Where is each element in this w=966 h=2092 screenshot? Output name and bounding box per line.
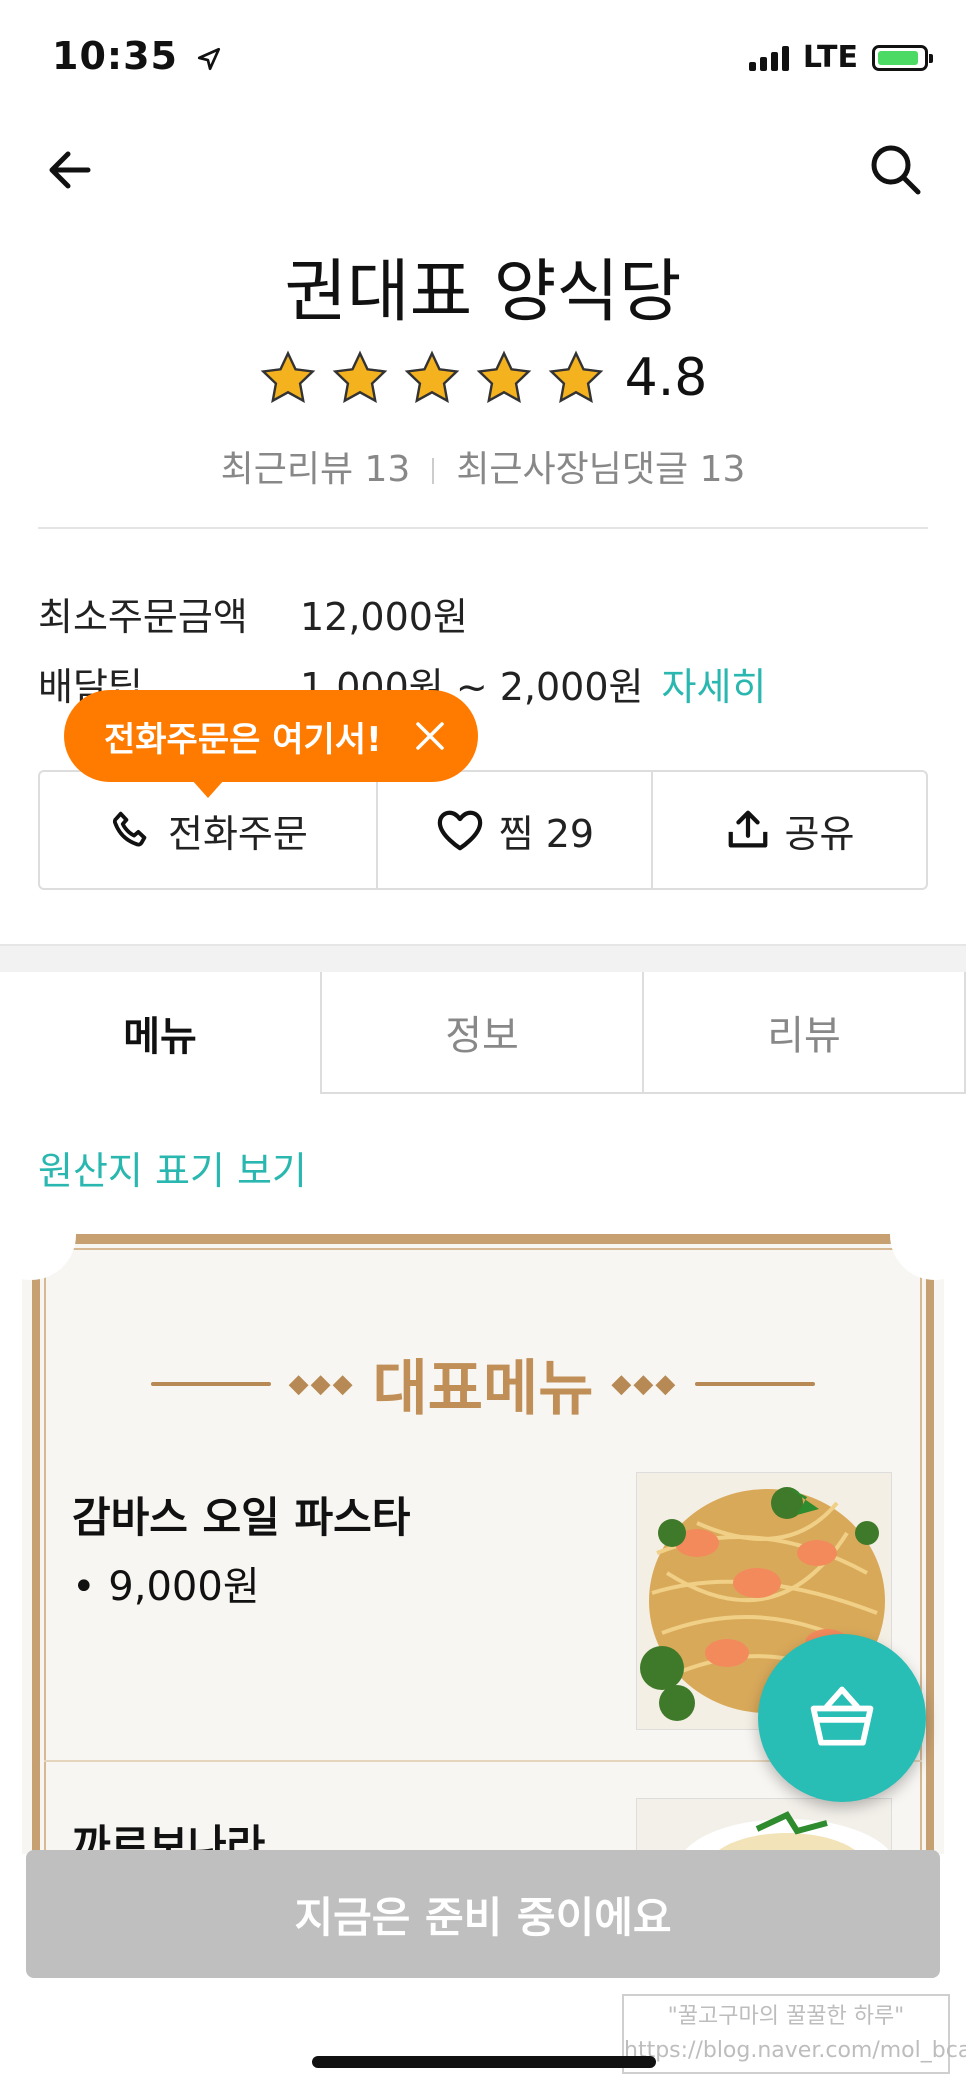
search-icon[interactable] [866, 140, 926, 200]
like-button[interactable]: 찜 29 [378, 772, 653, 888]
cart-button[interactable] [758, 1634, 926, 1802]
share-label: 공유 [784, 811, 855, 856]
like-count: 찜 29 [498, 811, 595, 856]
delivery-detail-link[interactable]: 자세히 [662, 665, 767, 709]
share-button[interactable]: 공유 [653, 772, 926, 888]
call-order-label: 전화주문 [168, 811, 308, 856]
star-icon [332, 350, 387, 404]
section-divider [0, 944, 966, 974]
rating: 4.8 [0, 348, 966, 408]
menu-item-name[interactable]: 감바스 오일 파스타 [72, 1484, 410, 1545]
call-order-tooltip: 전화주문은 여기서! [64, 690, 478, 798]
menu-item-price: • 9,000원 [72, 1564, 260, 1610]
featured-heading: ◆◆◆ 대표메뉴 ◆◆◆ [22, 1340, 944, 1427]
divider [432, 458, 435, 484]
star-icon [404, 350, 459, 404]
review-counts: 최근리뷰 13 최근사장님댓글 13 [0, 440, 966, 492]
watermark-url: https://blog.naver.com/mol_bca [624, 2038, 966, 2063]
rating-value: 4.8 [624, 348, 708, 408]
location-arrow-icon [198, 47, 221, 70]
back-arrow-icon[interactable] [40, 140, 100, 200]
featured-title: 대표메뉴 [372, 1354, 594, 1424]
star-icon [476, 350, 531, 404]
star-icon [260, 350, 315, 404]
network-label: LTE [802, 40, 858, 75]
heart-icon [437, 810, 482, 851]
action-bar: 전화주문 찜 29 공유 [38, 770, 928, 890]
signal-icon [748, 45, 789, 71]
tooltip-text: 전화주문은 여기서! [104, 719, 382, 760]
menu-item-name[interactable]: 까르보나라 [72, 1812, 265, 1854]
close-icon[interactable] [410, 716, 450, 756]
basket-icon [810, 1686, 874, 1746]
home-indicator[interactable] [312, 2056, 656, 2068]
divider [38, 527, 928, 529]
share-icon [728, 810, 767, 848]
tab-reviews[interactable]: 리뷰 [644, 972, 966, 1094]
tab-bar: 메뉴 정보 리뷰 [0, 972, 966, 1094]
battery-icon [872, 44, 933, 71]
min-order-label: 최소주문금액 [38, 595, 248, 639]
status-indicators: LTE [748, 40, 933, 75]
store-name: 권대표 양식당 [284, 253, 682, 332]
star-icon [548, 350, 603, 404]
blog-watermark: "꿀고구마의 꿀꿀한 하루" https://blog.naver.com/mo… [622, 1994, 966, 2074]
origin-info-link[interactable]: 원산지 표기 보기 [38, 1140, 307, 1195]
min-order-value: 12,000원 [300, 595, 468, 639]
status-time: 10:35 [52, 34, 222, 78]
phone-icon [112, 811, 147, 847]
recent-reviews-link[interactable]: 최근리뷰 13 [221, 449, 411, 490]
owner-comments-link[interactable]: 최근사장님댓글 13 [456, 449, 745, 490]
clock: 10:35 [52, 34, 178, 78]
watermark-title: "꿀고구마의 꿀꿀한 하루" [667, 2004, 905, 2029]
order-status-button[interactable]: 지금은 준비 중이에요 [26, 1850, 940, 1978]
tab-menu[interactable]: 메뉴 [0, 972, 322, 1094]
tab-info[interactable]: 정보 [322, 972, 644, 1094]
carbonara-image[interactable] [636, 1798, 892, 1854]
